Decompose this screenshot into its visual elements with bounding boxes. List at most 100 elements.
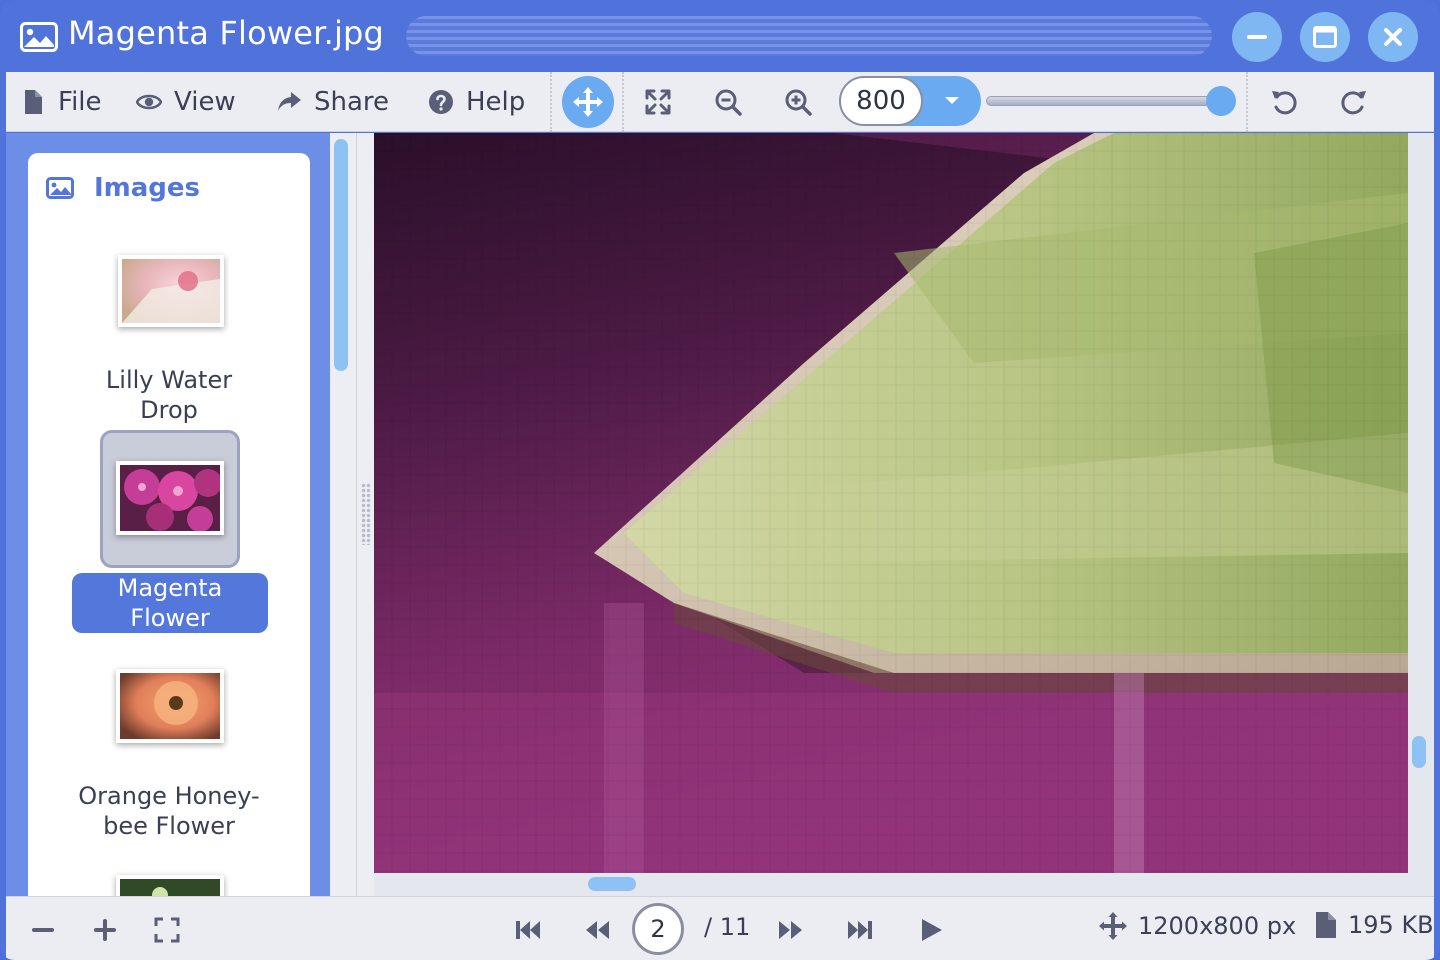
selected-thumbnail-caption[interactable]: Magenta Flower (72, 573, 268, 633)
last-image-button[interactable] (844, 913, 878, 947)
caption-line: Magenta (117, 574, 223, 602)
app-window: Magenta Flower.jpg File View Share Help (0, 0, 1440, 960)
skip-first-icon (516, 921, 540, 939)
close-icon (1384, 28, 1402, 46)
viewer-horizontal-scrollbar[interactable] (374, 873, 1408, 896)
zoom-slider-track[interactable] (986, 96, 1226, 106)
file-icon (1316, 912, 1336, 938)
title-drag-grip[interactable] (406, 16, 1212, 56)
zoom-dropdown-button[interactable] (923, 76, 981, 126)
images-panel: Images Lilly Water Drop Magenta Flower O… (28, 153, 310, 913)
zoomed-image (374, 133, 1408, 873)
sidebar-scroll-thumb[interactable] (334, 139, 348, 371)
toolbar-separator (1246, 72, 1248, 132)
status-bar: 2 / 11 1200x800 px 195 KB (6, 896, 1434, 960)
thumbnail-caption: Lilly Water Drop (28, 365, 310, 425)
viewer-vertical-scroll-thumb[interactable] (1412, 736, 1426, 768)
view-menu[interactable]: View (136, 72, 236, 132)
help-icon (429, 90, 453, 114)
toolbar: File View Share Help 800 (6, 72, 1434, 132)
splitter-grip[interactable] (361, 483, 371, 545)
zoom-in-icon (785, 89, 812, 116)
thumbnail-shrink-button[interactable] (26, 913, 60, 947)
file-size: 195 KB (1314, 911, 1434, 939)
minus-icon (32, 928, 54, 932)
zoom-combobox[interactable]: 800 (839, 76, 981, 126)
rotate-right-button[interactable] (1334, 82, 1374, 122)
images-panel-title: Images (94, 173, 201, 203)
thumbnail-image (120, 465, 222, 532)
rotate-right-icon (1341, 91, 1366, 115)
plus-icon (94, 919, 116, 941)
thumbnail-lilly-water-drop[interactable] (118, 255, 224, 327)
current-page-input[interactable]: 2 (632, 903, 684, 955)
rewind-icon (586, 921, 609, 939)
slideshow-play-button[interactable] (914, 913, 948, 947)
window-title: Magenta Flower.jpg (68, 14, 385, 52)
viewer-vertical-scrollbar[interactable] (1408, 133, 1434, 896)
image-app-icon (20, 22, 58, 52)
eye-icon (136, 94, 162, 110)
thumbnail-image (122, 259, 220, 323)
caption-line: Lilly Water (105, 366, 233, 394)
share-menu-label: Share (314, 87, 390, 117)
help-menu[interactable]: Help (428, 72, 525, 132)
share-icon (278, 92, 301, 111)
file-icon (25, 90, 42, 114)
images-icon (46, 177, 74, 199)
zoom-level-input[interactable]: 800 (839, 76, 923, 126)
title-bar[interactable]: Magenta Flower.jpg (0, 0, 1440, 72)
expand-arrows-icon (645, 89, 671, 115)
minimize-button[interactable] (1232, 12, 1282, 62)
image-viewer[interactable] (374, 133, 1408, 873)
fullscreen-button[interactable] (150, 913, 184, 947)
toolbar-separator (622, 72, 624, 132)
caption-line: Orange Honey- (78, 782, 260, 810)
rotate-left-button[interactable] (1264, 82, 1304, 122)
share-menu[interactable]: Share (276, 72, 389, 132)
total-pages-label: / 11 (704, 913, 751, 941)
file-menu-label: File (58, 87, 102, 117)
minimize-icon (1247, 35, 1267, 39)
first-image-button[interactable] (510, 913, 544, 947)
file-menu[interactable]: File (20, 72, 102, 132)
zoom-slider-thumb[interactable] (1206, 86, 1236, 116)
image-dimensions-label: 1200x800 px (1138, 912, 1297, 940)
fullscreen-icon (154, 917, 180, 943)
close-button[interactable] (1368, 12, 1418, 62)
thumbnail-magenta-flower[interactable] (116, 461, 224, 535)
toolbar-separator (550, 72, 552, 132)
help-menu-label: Help (466, 87, 526, 117)
next-image-button[interactable] (774, 913, 808, 947)
pan-tool-button[interactable] (562, 76, 614, 128)
caption-line: Flower (130, 604, 210, 632)
fast-forward-icon (779, 921, 802, 939)
maximize-icon (1313, 26, 1337, 48)
move-arrows-icon (1099, 912, 1127, 940)
file-size-label: 195 KB (1348, 911, 1434, 939)
maximize-button[interactable] (1300, 12, 1350, 62)
rotate-left-icon (1272, 91, 1297, 115)
view-menu-label: View (174, 87, 236, 117)
caption-line: Drop (140, 396, 198, 424)
thumbnail-image (120, 673, 220, 739)
zoom-out-button[interactable] (708, 82, 748, 122)
caption-line: bee Flower (103, 812, 235, 840)
thumbnail-caption: Orange Honey- bee Flower (28, 781, 310, 841)
zoom-out-icon (715, 89, 742, 116)
play-icon (922, 919, 942, 941)
zoom-in-button[interactable] (778, 82, 818, 122)
previous-image-button[interactable] (580, 913, 614, 947)
chevron-down-icon (945, 97, 959, 104)
panel-splitter[interactable] (356, 133, 374, 896)
move-arrows-icon (573, 87, 603, 117)
thumbnail-sidebar: Images Lilly Water Drop Magenta Flower O… (6, 133, 330, 913)
thumbnail-orange-honeybee-flower[interactable] (116, 669, 224, 743)
images-panel-header: Images (46, 173, 200, 203)
thumbnail-grow-button[interactable] (88, 913, 122, 947)
image-dimensions: 1200x800 px (1098, 911, 1296, 941)
skip-last-icon (848, 921, 872, 939)
viewer-horizontal-scroll-thumb[interactable] (588, 877, 636, 891)
fit-to-window-button[interactable] (638, 82, 678, 122)
sidebar-scrollbar[interactable] (330, 133, 356, 896)
